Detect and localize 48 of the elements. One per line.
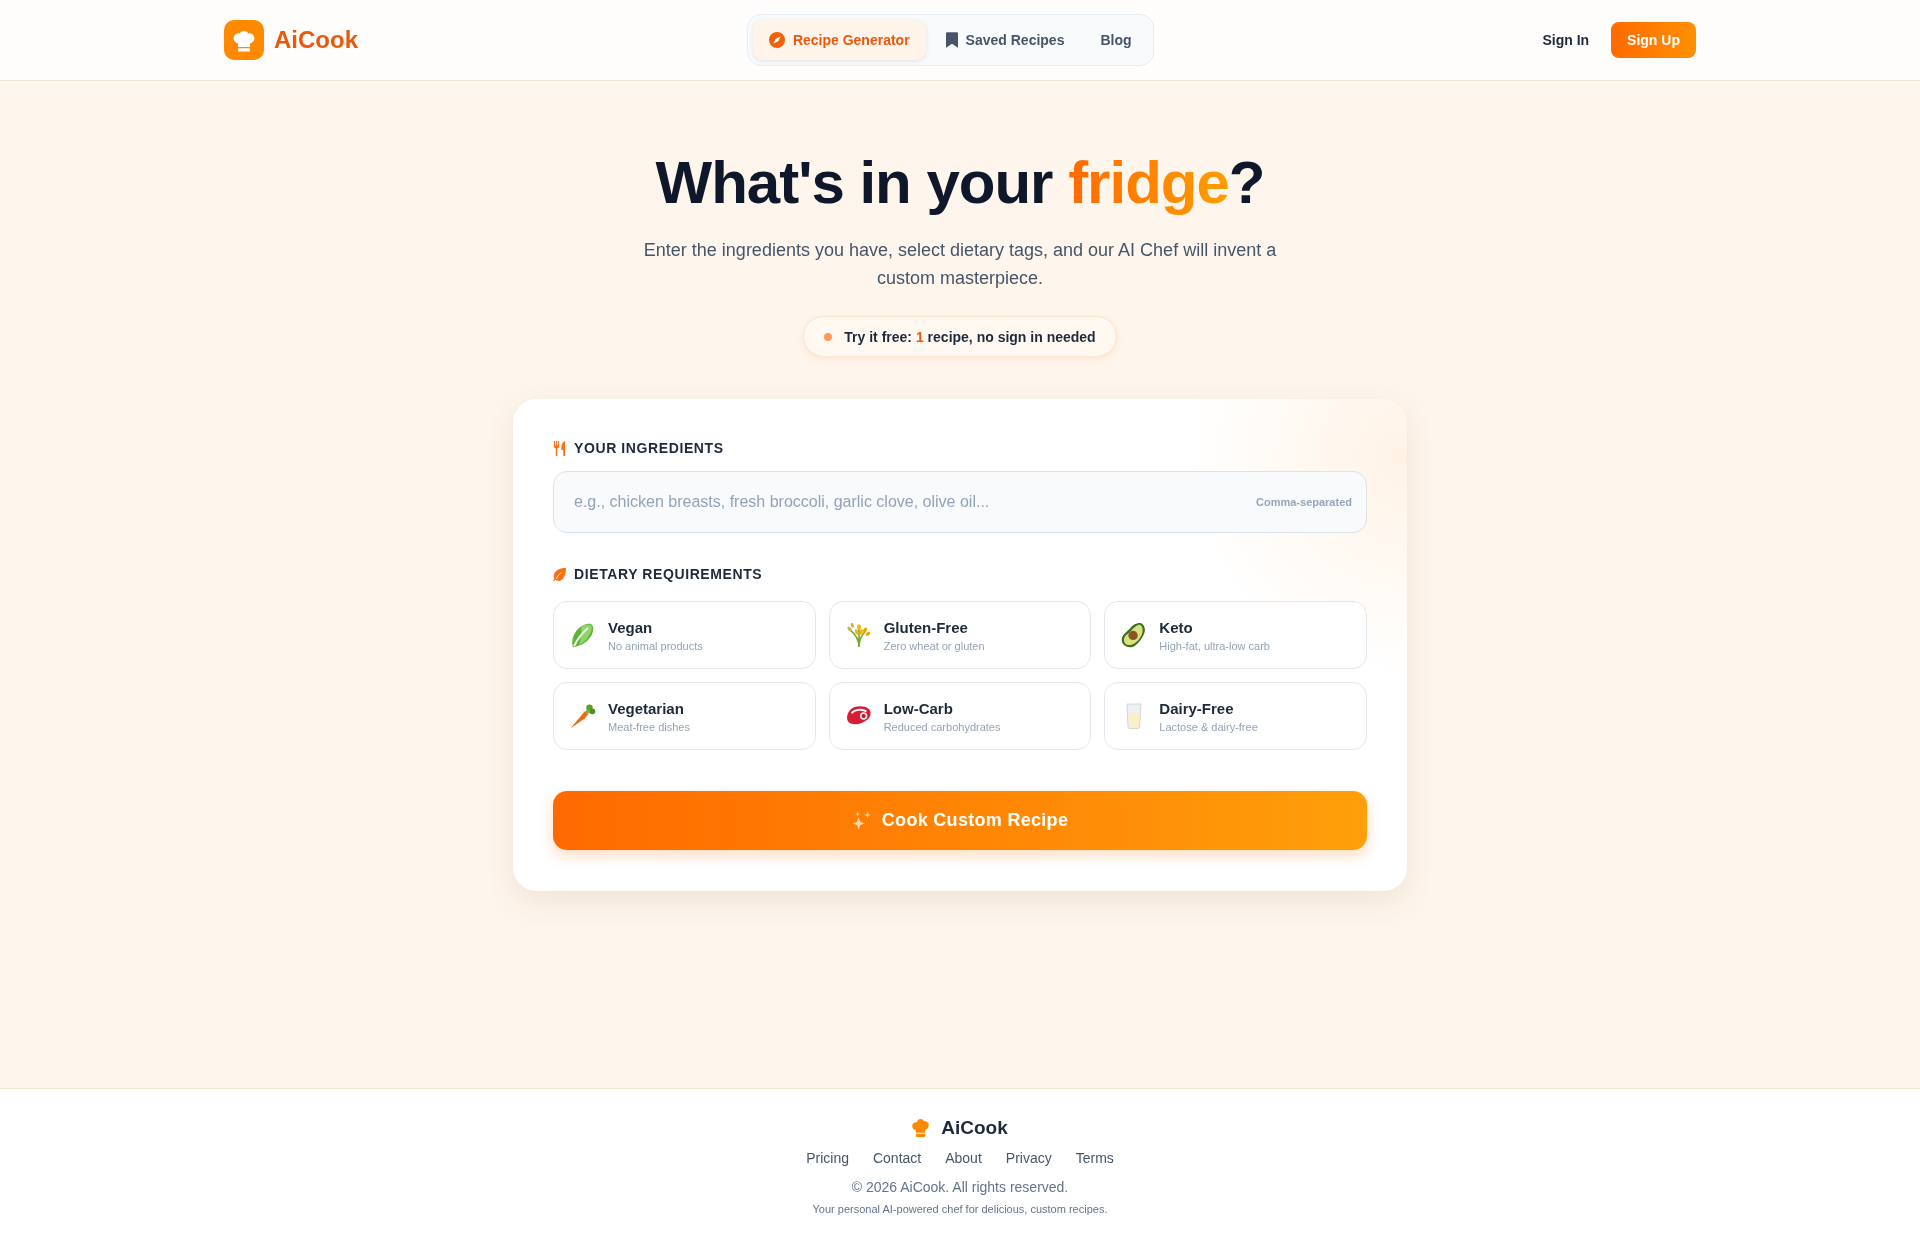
footer-tagline: Your personal AI-powered chef for delicious, custom recipes.	[812, 1202, 1108, 1217]
footer-link[interactable]: Privacy	[1005, 1149, 1052, 1167]
option-title: Low-Carb	[883, 699, 954, 717]
sign-in-button[interactable]: Sign In	[1542, 32, 1590, 48]
leaf-icon	[553, 566, 566, 582]
footer-link[interactable]: Pricing	[806, 1149, 849, 1167]
dietary-option[interactable]: Low-Carb Reduced carbohydrates	[828, 682, 1092, 750]
fork-knife-icon	[553, 440, 566, 456]
dietary-option[interactable]: Gluten-Free Zero wheat or gluten	[828, 601, 1092, 669]
dietary-option[interactable]: Vegetarian Meat-free dishes	[553, 682, 816, 750]
dietary-option[interactable]: Dairy-Free Lactose & dairy-free	[1104, 682, 1367, 750]
chef-hat-icon	[912, 1118, 930, 1138]
carrot-icon	[570, 703, 596, 729]
nav-tab[interactable]: Saved Recipes	[929, 20, 1081, 60]
avocado-icon	[1121, 622, 1148, 648]
hero-subtitle: Enter the ingredients you have, select dietary tags, and our AI Chef will invent a custom masterpiece.	[642, 239, 1278, 290]
hero-title: What's in your fridge?	[655, 148, 1265, 218]
free-trial-text: Try it free: 1 recipe, no sign in needed	[844, 328, 1096, 345]
option-description: Reduced carbohydrates	[883, 720, 1001, 733]
option-title: Gluten-Free	[883, 618, 969, 636]
footer-link[interactable]: Terms	[1075, 1149, 1114, 1167]
nav-tab[interactable]: Blog	[1084, 20, 1148, 60]
logo-text[interactable]: AiCook	[274, 26, 358, 54]
option-title: Vegan	[608, 618, 654, 636]
copyright-text: © 2026 AiCook. All rights reserved.	[851, 1178, 1069, 1196]
dot-icon	[824, 332, 833, 341]
option-description: Lactose & dairy-free	[1159, 720, 1258, 733]
option-description: Meat-free dishes	[608, 720, 690, 733]
option-title: Keto	[1159, 618, 1194, 636]
option-description: Zero wheat or gluten	[883, 639, 985, 652]
bookmark-icon	[945, 32, 958, 48]
section-label: YOUR INGREDIENTS	[574, 440, 724, 456]
chef-hat-logo-icon	[224, 20, 264, 60]
dietary-option[interactable]: Keto High-fat, ultra-low carb	[1104, 601, 1367, 669]
wheat-icon	[845, 622, 872, 648]
input-hint: Comma-separated	[1256, 496, 1352, 508]
option-title: Dairy-Free	[1159, 699, 1235, 717]
section-label: DIETARY REQUIREMENTS	[574, 566, 763, 582]
footer-logo-text: AiCook	[941, 1117, 1008, 1139]
footer-link[interactable]: About	[945, 1149, 982, 1167]
lettuce-icon	[570, 622, 596, 648]
footer-link[interactable]: Contact	[872, 1149, 922, 1167]
sparkle-icon	[851, 810, 872, 831]
dietary-option[interactable]: Vegan No animal products	[553, 601, 816, 669]
option-description: No animal products	[608, 639, 703, 652]
option-description: High-fat, ultra-low carb	[1159, 639, 1270, 652]
option-title: Vegetarian	[608, 699, 685, 717]
compass-icon	[768, 32, 785, 48]
